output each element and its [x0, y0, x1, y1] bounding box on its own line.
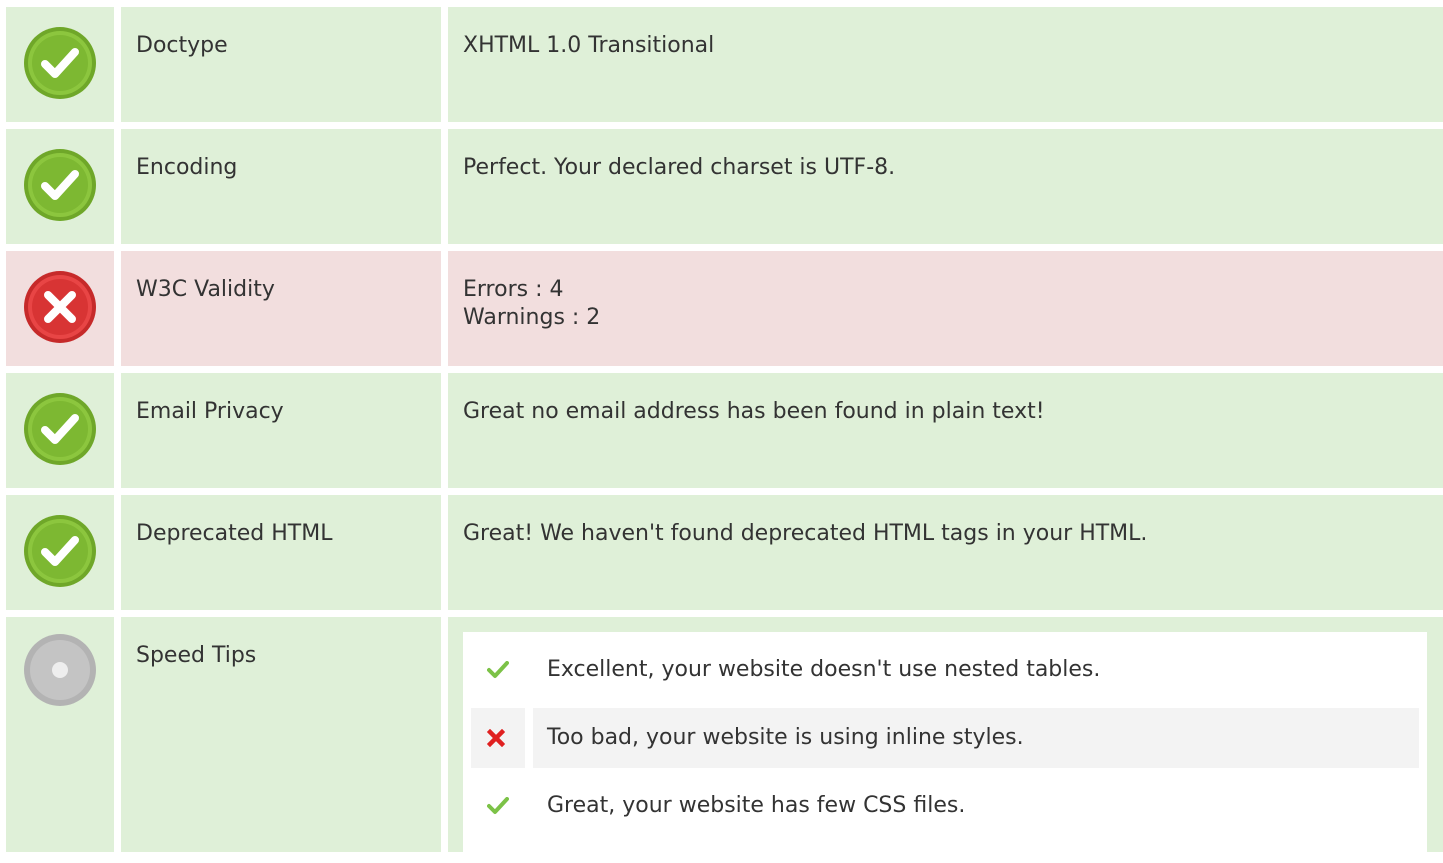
speed-tips-list: Excellent, your website doesn't use nest… [463, 632, 1427, 852]
status-cell [6, 129, 114, 244]
status-cell [6, 373, 114, 488]
check-value-cell: Excellent, your website doesn't use nest… [448, 617, 1443, 852]
speed-tip-item: Excellent, your website doesn't use nest… [471, 640, 1419, 700]
check-label: Encoding [136, 155, 238, 180]
info-circle-icon [24, 634, 96, 706]
speed-tip-item: Great, your website has few CSS files. [471, 776, 1419, 836]
check-row-encoding: Encoding Perfect. Your declared charset … [6, 129, 1443, 244]
seo-checks-table: Doctype XHTML 1.0 Transitional Encoding … [6, 7, 1443, 859]
check-label-cell: Doctype [121, 7, 441, 122]
check-label: Email Privacy [136, 399, 284, 424]
check-value-cell: Perfect. Your declared charset is UTF-8. [448, 129, 1443, 244]
check-circle-icon [24, 393, 96, 465]
status-cell [6, 617, 114, 852]
check-row-email-privacy: Email Privacy Great no email address has… [6, 373, 1443, 488]
tip-text: Too bad, your website is using inline st… [533, 708, 1419, 768]
tip-status-cell [471, 708, 525, 768]
check-icon [487, 797, 509, 814]
check-value: Perfect. Your declared charset is UTF-8. [463, 155, 896, 180]
check-label-cell: Encoding [121, 129, 441, 244]
x-circle-icon [24, 271, 96, 343]
check-label-cell: Deprecated HTML [121, 495, 441, 610]
check-value: Errors : 4 Warnings : 2 [463, 277, 601, 330]
check-value-cell: Great! We haven't found deprecated HTML … [448, 495, 1443, 610]
check-value: Great no email address has been found in… [463, 399, 1045, 424]
check-label: W3C Validity [136, 277, 275, 302]
check-label-cell: Email Privacy [121, 373, 441, 488]
check-circle-icon [24, 515, 96, 587]
check-value-cell: Errors : 4 Warnings : 2 [448, 251, 1443, 366]
tip-text: Excellent, your website doesn't use nest… [547, 657, 1101, 682]
tip-text: Great, your website has few CSS files. [547, 793, 966, 818]
check-row-doctype: Doctype XHTML 1.0 Transitional [6, 7, 1443, 122]
check-value: Great! We haven't found deprecated HTML … [463, 521, 1148, 546]
check-value-cell: Great no email address has been found in… [448, 373, 1443, 488]
status-cell [6, 251, 114, 366]
check-icon [487, 661, 509, 678]
check-value: XHTML 1.0 Transitional [463, 33, 715, 58]
check-label: Deprecated HTML [136, 521, 333, 546]
check-row-speed-tips: Speed Tips Excellent, your website doesn… [6, 617, 1443, 852]
speed-tip-item: Too bad, your website is using inline st… [471, 708, 1419, 768]
check-label: Doctype [136, 33, 228, 58]
tip-status-cell [471, 776, 525, 836]
check-row-deprecated-html: Deprecated HTML Great! We haven't found … [6, 495, 1443, 610]
check-label-cell: Speed Tips [121, 617, 441, 852]
check-circle-icon [24, 149, 96, 221]
check-value-cell: XHTML 1.0 Transitional [448, 7, 1443, 122]
check-circle-icon [24, 27, 96, 99]
x-icon [487, 729, 505, 747]
status-cell [6, 7, 114, 122]
tip-status-cell [471, 640, 525, 700]
check-label-cell: W3C Validity [121, 251, 441, 366]
check-label: Speed Tips [136, 643, 257, 668]
status-cell [6, 495, 114, 610]
check-row-w3c-validity: W3C Validity Errors : 4 Warnings : 2 [6, 251, 1443, 366]
